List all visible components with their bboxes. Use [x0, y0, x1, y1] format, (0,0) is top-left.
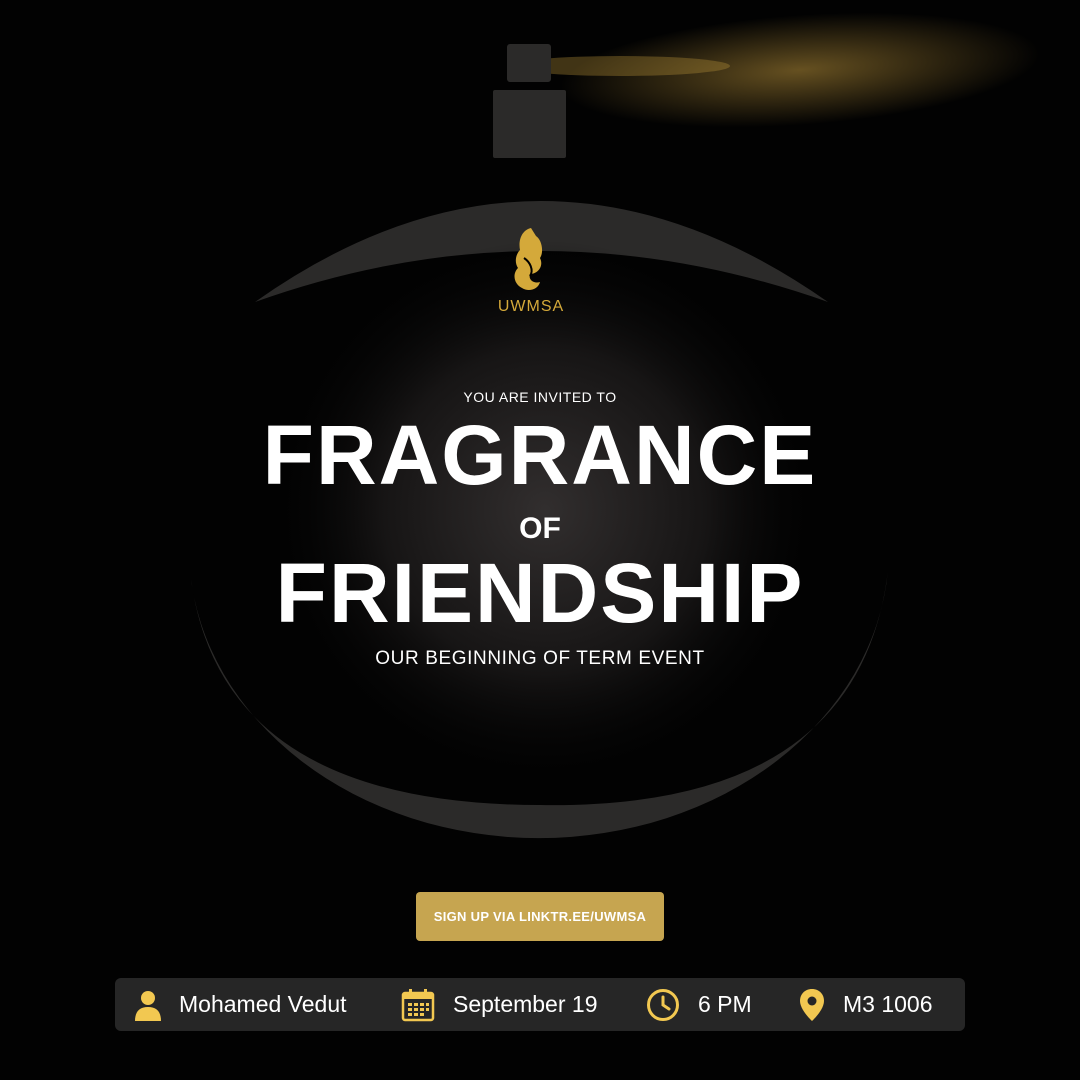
uwmsa-logo: UWMSA — [494, 222, 568, 322]
sign-up-button[interactable]: SIGN UP VIA LINKTR.EE/UWMSA — [416, 892, 664, 941]
event-details-bar: Mohamed Vedut September 19 6 PM M3 1006 — [115, 978, 965, 1031]
date-detail: September 19 — [401, 978, 597, 1031]
person-icon — [131, 988, 165, 1022]
event-subtitle: OUR BEGINNING OF TERM EVENT — [375, 648, 705, 669]
event-date: September 19 — [453, 991, 598, 1017]
location-detail: M3 1006 — [795, 978, 933, 1031]
logo-wordmark: UWMSA — [497, 298, 565, 315]
title-line-2: FRIENDSHIP — [275, 546, 805, 640]
calendar-icon — [401, 988, 435, 1022]
host-name: Mohamed Vedut — [179, 991, 347, 1017]
clock-icon — [646, 988, 680, 1022]
poster: UWMSA YOU ARE INVITED TO FRAGRANCE OF FR… — [0, 0, 1080, 1080]
title-line-1: FRAGRANCE — [262, 408, 818, 502]
map-pin-icon — [795, 988, 829, 1022]
bottle-nozzle — [507, 44, 551, 82]
pretitle: YOU ARE INVITED TO — [463, 389, 617, 405]
host-detail: Mohamed Vedut — [131, 978, 347, 1031]
event-location: M3 1006 — [843, 991, 933, 1017]
title-connector: OF — [519, 512, 561, 545]
time-detail: 6 PM — [646, 978, 752, 1031]
bottle-cap — [493, 90, 566, 158]
event-time: 6 PM — [698, 991, 752, 1017]
